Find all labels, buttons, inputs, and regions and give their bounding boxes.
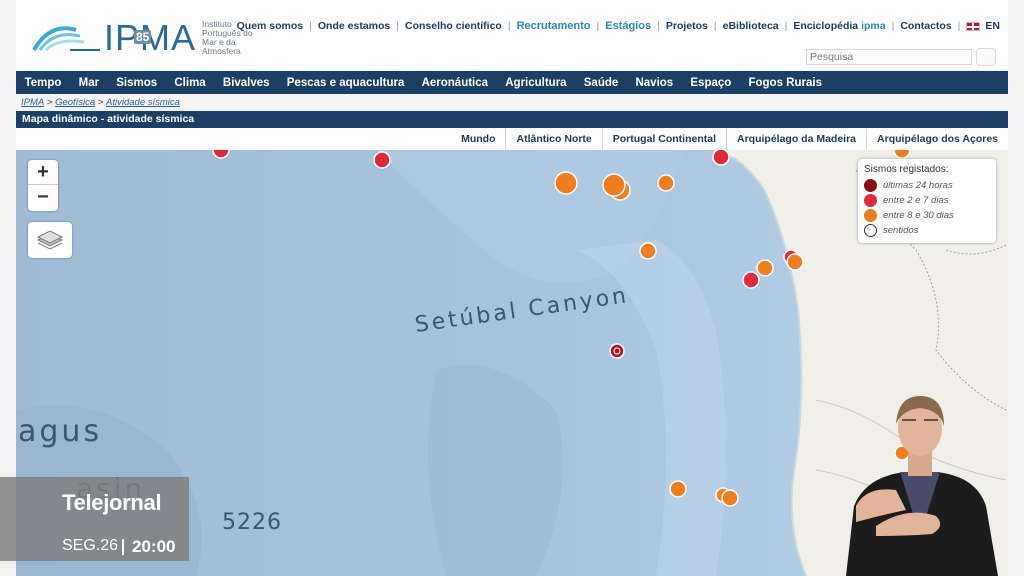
- breadcrumb-separator: >: [95, 97, 107, 108]
- top-link-ebiblioteca[interactable]: eBiblioteca: [723, 20, 779, 32]
- tab-mundo[interactable]: Mundo: [451, 128, 505, 150]
- quake-marker[interactable]: [721, 489, 739, 507]
- zoom-control: + −: [28, 160, 58, 211]
- uk-flag-icon[interactable]: [966, 21, 981, 31]
- quake-marker[interactable]: [742, 271, 760, 289]
- nav-tempo[interactable]: Tempo: [16, 77, 70, 89]
- main-nav: Tempo Mar Sismos Clima Bivalves Pescas e…: [16, 71, 1008, 94]
- tab-acores[interactable]: Arquipélago dos Açores: [866, 128, 1008, 150]
- legend-row-8-30d: entre 8 e 30 dias: [864, 208, 990, 223]
- quake-marker[interactable]: [712, 150, 730, 166]
- quake-marker[interactable]: [786, 253, 804, 271]
- sign-language-interpreter: [846, 396, 998, 576]
- legend-title: Sismos registados:: [864, 164, 949, 175]
- top-link-quem-somos[interactable]: Quem somos: [237, 20, 304, 32]
- section-title: Mapa dinâmico - atividade sísmica: [16, 111, 1008, 128]
- legend-dot-icon: [864, 179, 877, 192]
- nav-navios[interactable]: Navios: [627, 77, 682, 89]
- top-link-conselho[interactable]: Conselho científico: [405, 20, 502, 32]
- legend-label: sentidos: [883, 225, 919, 236]
- nav-pescas[interactable]: Pescas e aquacultura: [278, 77, 413, 89]
- top-link-recrutamento[interactable]: Recrutamento: [517, 20, 591, 32]
- top-link-onde-estamos[interactable]: Onde estamos: [318, 20, 390, 32]
- legend-dot-icon: [864, 209, 877, 222]
- legend-label: últimas 24 horas: [883, 180, 953, 191]
- top-link-estagios[interactable]: Estágios: [605, 20, 651, 32]
- nav-clima[interactable]: Clima: [166, 77, 215, 89]
- top-links: Quem somos | Onde estamos | Conselho cient…: [236, 20, 1000, 32]
- nav-saude[interactable]: Saúde: [575, 77, 627, 89]
- enciclopedia-brand: ipma: [861, 20, 886, 32]
- top-link-enciclopedia[interactable]: Enciclopédia ipma: [793, 20, 885, 32]
- quake-marker[interactable]: [373, 151, 391, 169]
- layers-button[interactable]: [28, 222, 72, 258]
- legend-dot-icon: [864, 194, 877, 207]
- breadcrumb-geofisica[interactable]: Geofísica: [55, 97, 95, 108]
- quake-marker[interactable]: [639, 242, 657, 260]
- tv-time: 20:00: [132, 537, 176, 556]
- wave-logo-icon: [32, 26, 100, 52]
- nav-agricultura[interactable]: Agricultura: [497, 77, 576, 89]
- nav-bivalves[interactable]: Bivalves: [214, 77, 278, 89]
- legend-row-2-7d: entre 2 e 7 dias: [864, 193, 990, 208]
- layers-icon: [36, 230, 64, 250]
- nav-espaco[interactable]: Espaço: [682, 77, 740, 89]
- map-label-tagus: agus: [18, 414, 103, 449]
- enciclopedia-label: Enciclopédia: [793, 20, 859, 32]
- breadcrumb: IPMA > Geofísica > Atividade sísmica: [16, 94, 1008, 111]
- quake-marker[interactable]: [756, 259, 774, 277]
- tv-date: SEG.26: [62, 537, 119, 554]
- map-label-depth: 5226: [222, 510, 282, 535]
- quake-marker[interactable]: [657, 174, 675, 192]
- quake-marker[interactable]: [669, 480, 687, 498]
- breadcrumb-separator: >: [44, 97, 56, 108]
- language-switch[interactable]: EN: [985, 20, 1000, 32]
- legend-label: entre 8 e 30 dias: [883, 210, 954, 221]
- tv-divider: [122, 539, 124, 555]
- breadcrumb-atividade-sismica[interactable]: Atividade sísmica: [106, 97, 180, 108]
- region-tabs: Mundo Atlântico Norte Portugal Continent…: [16, 128, 1008, 150]
- top-link-projetos[interactable]: Projetos: [666, 20, 708, 32]
- quake-marker-recent[interactable]: [609, 343, 625, 359]
- search-button[interactable]: [976, 48, 996, 66]
- legend-dot-icon: [864, 224, 877, 237]
- search-input[interactable]: [806, 49, 972, 65]
- nav-mar[interactable]: Mar: [70, 77, 108, 89]
- tab-madeira[interactable]: Arquipélago da Madeira: [726, 128, 866, 150]
- zoom-out-button[interactable]: −: [28, 185, 58, 210]
- nav-fogos-rurais[interactable]: Fogos Rurais: [740, 77, 831, 89]
- tab-atlantico-norte[interactable]: Atlântico Norte: [505, 128, 601, 150]
- ipma-logo[interactable]: IPMA 85 Instituto Português do Mar e da …: [30, 18, 260, 58]
- nav-sismos[interactable]: Sismos: [108, 77, 166, 89]
- logo-anniversary-badge: 85: [134, 30, 152, 44]
- breadcrumb-ipma[interactable]: IPMA: [21, 97, 44, 108]
- nav-aeronautica[interactable]: Aeronáutica: [413, 77, 497, 89]
- tab-portugal-continental[interactable]: Portugal Continental: [601, 128, 726, 150]
- screen: IPMA 85 Instituto Português do Mar e da …: [0, 0, 1024, 576]
- top-link-contactos[interactable]: Contactos: [900, 20, 951, 32]
- quake-marker[interactable]: [602, 173, 626, 197]
- tv-program-title: Telejornal: [62, 490, 162, 515]
- quake-marker[interactable]: [554, 171, 578, 195]
- map-legend: Sismos registados: últimas 24 horas entr…: [858, 159, 996, 243]
- zoom-in-button[interactable]: +: [28, 160, 58, 185]
- site-header: IPMA 85 Instituto Português do Mar e da …: [16, 0, 1008, 70]
- legend-row-24h: últimas 24 horas: [864, 178, 990, 193]
- legend-row-felt: sentidos: [864, 223, 990, 238]
- legend-label: entre 2 e 7 dias: [883, 195, 949, 206]
